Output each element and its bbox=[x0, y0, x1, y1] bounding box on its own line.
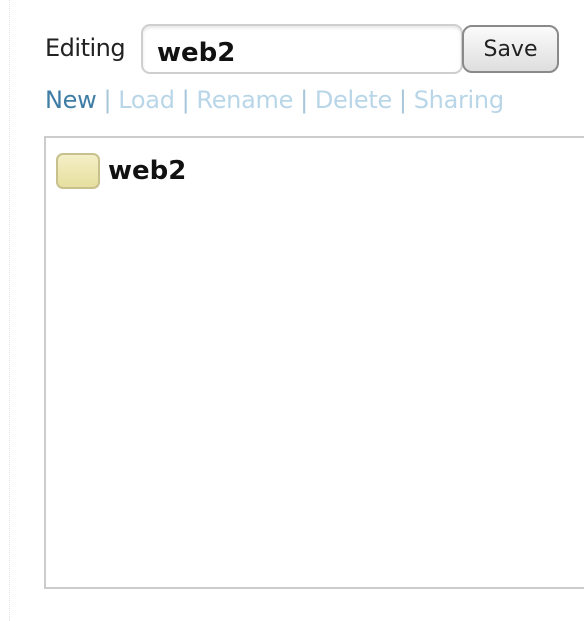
project-editor: Editing Save New|Load|Rename|Delete|Shar… bbox=[0, 0, 584, 621]
left-divider bbox=[9, 0, 10, 621]
separator: | bbox=[181, 86, 190, 114]
rename-link[interactable]: Rename bbox=[196, 86, 293, 114]
editing-label: Editing bbox=[45, 34, 126, 62]
sharing-link[interactable]: Sharing bbox=[414, 86, 504, 114]
file-list-item[interactable]: web2 bbox=[56, 153, 186, 189]
separator: | bbox=[103, 86, 112, 114]
file-name: web2 bbox=[108, 156, 187, 186]
separator: | bbox=[398, 86, 407, 114]
folder-icon bbox=[56, 153, 100, 189]
delete-link[interactable]: Delete bbox=[315, 86, 392, 114]
project-name-input[interactable] bbox=[141, 24, 463, 74]
action-links: New | Load | Rename | Delete | Sharing bbox=[45, 86, 504, 114]
separator: | bbox=[300, 86, 308, 114]
file-list-panel: web2 bbox=[44, 136, 584, 589]
save-button[interactable]: Save bbox=[462, 25, 559, 73]
new-link[interactable]: New bbox=[45, 86, 97, 114]
load-link[interactable]: Load bbox=[118, 86, 175, 114]
